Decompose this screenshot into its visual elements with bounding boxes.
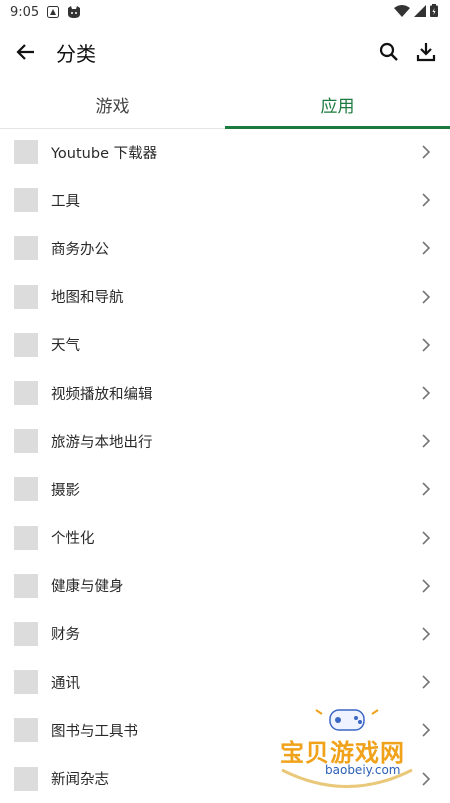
category-label: 财务 <box>51 627 80 644</box>
category-thumbnail <box>14 573 38 598</box>
category-thumbnail <box>14 429 38 454</box>
page-title: 分类 <box>56 42 96 66</box>
category-thumbnail <box>14 140 38 165</box>
chevron-right-icon <box>418 289 434 305</box>
category-thumbnail <box>14 718 38 743</box>
chevron-right-icon <box>418 337 434 353</box>
category-label: 通讯 <box>51 675 80 692</box>
category-thumbnail <box>14 477 38 502</box>
status-right-icons <box>394 4 438 21</box>
category-label: 地图和导航 <box>51 290 124 307</box>
chevron-right-icon <box>418 481 434 497</box>
list-item[interactable]: 个性化 <box>0 514 450 562</box>
category-label: Youtube 下载器 <box>51 145 158 162</box>
download-icon[interactable] <box>414 40 438 64</box>
notification-app-icon <box>47 6 60 18</box>
category-label: 图书与工具书 <box>51 723 138 740</box>
signal-icon <box>414 4 426 21</box>
category-label: 商务办公 <box>51 241 109 258</box>
category-list: Youtube 下载器 工具 商务办公 地图和导航 天气 视频播放和编辑 旅游与… <box>0 128 450 803</box>
list-item[interactable]: 工具 <box>0 176 450 224</box>
category-thumbnail <box>14 621 38 646</box>
category-tabs: 游戏 应用 <box>0 80 450 129</box>
list-item[interactable]: 摄影 <box>0 465 450 513</box>
category-thumbnail <box>14 670 38 695</box>
category-thumbnail <box>14 284 38 309</box>
category-label: 天气 <box>51 338 80 355</box>
chevron-right-icon <box>418 626 434 642</box>
category-label: 工具 <box>51 193 80 210</box>
app-bar: 分类 <box>0 28 450 74</box>
notification-cat-icon <box>67 6 81 18</box>
tab-apps[interactable]: 应用 <box>225 80 450 129</box>
category-label: 健康与健身 <box>51 579 124 596</box>
chevron-right-icon <box>418 144 434 160</box>
tab-games[interactable]: 游戏 <box>0 80 225 128</box>
category-label: 旅游与本地出行 <box>51 434 153 451</box>
watermark-url: baobeiy.com <box>325 763 401 777</box>
category-thumbnail <box>14 236 38 261</box>
category-label: 新闻杂志 <box>51 772 109 789</box>
category-thumbnail <box>14 766 38 791</box>
back-arrow-icon[interactable] <box>14 40 38 64</box>
list-item[interactable]: Youtube 下载器 <box>0 128 450 176</box>
chevron-right-icon <box>418 192 434 208</box>
chevron-right-icon <box>418 578 434 594</box>
category-label: 摄影 <box>51 482 80 499</box>
category-label: 视频播放和编辑 <box>51 386 153 403</box>
chevron-right-icon <box>418 433 434 449</box>
chevron-right-icon <box>418 674 434 690</box>
chevron-right-icon <box>418 385 434 401</box>
list-item[interactable]: 天气 <box>0 321 450 369</box>
list-item[interactable]: 商务办公 <box>0 224 450 272</box>
list-item[interactable]: 旅游与本地出行 <box>0 417 450 465</box>
battery-icon <box>430 4 438 21</box>
list-item[interactable]: 地图和导航 <box>0 273 450 321</box>
category-thumbnail <box>14 332 38 357</box>
status-time: 9:05 <box>10 4 40 20</box>
list-item[interactable]: 通讯 <box>0 658 450 706</box>
list-item[interactable]: 视频播放和编辑 <box>0 369 450 417</box>
list-item[interactable]: 健康与健身 <box>0 562 450 610</box>
category-thumbnail <box>14 525 38 550</box>
category-label: 个性化 <box>51 531 95 548</box>
chevron-right-icon <box>418 530 434 546</box>
chevron-right-icon <box>418 240 434 256</box>
list-item[interactable]: 财务 <box>0 610 450 658</box>
wifi-icon <box>394 4 410 21</box>
category-thumbnail <box>14 381 38 406</box>
category-thumbnail <box>14 188 38 213</box>
status-bar: 9:05 <box>0 0 450 24</box>
search-icon[interactable] <box>377 40 401 64</box>
